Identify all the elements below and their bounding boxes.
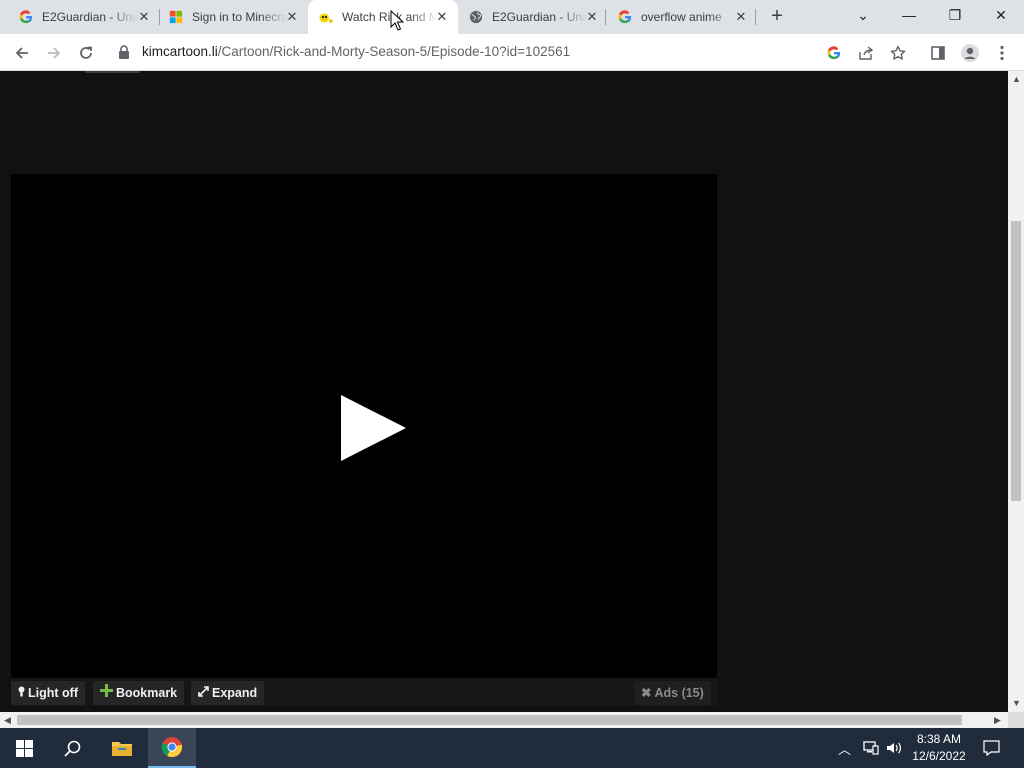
ads-count-label: Ads (15) xyxy=(654,686,704,700)
chrome-menu-button[interactable] xyxy=(988,39,1016,67)
horizontal-scroll-thumb[interactable] xyxy=(17,715,962,725)
file-explorer-button[interactable] xyxy=(98,728,146,768)
clock-date: 12/6/2022 xyxy=(912,749,966,763)
forward-button[interactable] xyxy=(40,39,68,67)
page-content: Light off Bookmark Expand ✖ Ads (15) xyxy=(0,71,1008,712)
tab-minecraft-signin[interactable]: Sign in to Minecraft ✕ xyxy=(158,0,308,34)
url-path: /Cartoon/Rick-and-Morty-Season-5/Episode… xyxy=(217,44,571,59)
bookmark-star-button[interactable] xyxy=(884,39,912,67)
share-icon xyxy=(859,46,874,60)
kimcartoon-icon xyxy=(319,13,333,23)
scroll-down-arrow-icon[interactable]: ▼ xyxy=(1012,698,1021,708)
tab-close-icon[interactable]: ✕ xyxy=(136,9,152,25)
horizontal-scrollbar[interactable]: ◀ ▶ xyxy=(0,712,1008,728)
mouse-cursor-icon xyxy=(390,10,404,31)
vertical-scrollbar[interactable]: ▲ ▼ xyxy=(1008,71,1024,712)
tab-strip: E2Guardian - Unauthorised Request ✕ Sign… xyxy=(0,0,1024,34)
google-g-icon xyxy=(827,46,841,60)
tab-title: E2Guardian - Unauthorised Request xyxy=(42,10,138,24)
tab-separator xyxy=(755,9,756,25)
plus-icon xyxy=(100,681,113,705)
bookmark-button[interactable]: Bookmark xyxy=(93,681,185,705)
side-panel-button[interactable] xyxy=(924,39,952,67)
close-x-icon: ✖ xyxy=(641,686,652,700)
file-explorer-icon xyxy=(112,742,132,756)
play-icon[interactable] xyxy=(338,393,408,463)
url-host: kimcartoon.li xyxy=(142,44,218,59)
side-panel-icon xyxy=(931,46,945,60)
chrome-taskbar-button[interactable] xyxy=(148,728,196,768)
google-lens-button[interactable] xyxy=(820,39,848,67)
page-top-divider xyxy=(85,71,140,73)
player-toolbar: Light off Bookmark Expand ✖ Ads (15) xyxy=(11,678,717,706)
video-player[interactable] xyxy=(11,174,717,678)
profile-avatar-icon xyxy=(961,44,979,62)
maximize-button[interactable]: ❐ xyxy=(932,0,978,32)
kebab-menu-icon xyxy=(1000,45,1004,61)
taskbar-clock[interactable]: 8:38 AM 12/6/2022 xyxy=(905,731,973,765)
globe-icon xyxy=(469,10,483,24)
light-off-label: Light off xyxy=(28,686,78,700)
tab-close-icon[interactable]: ✕ xyxy=(584,9,600,25)
windows-taskbar: ︿ 8:38 AM 12/6/2022 xyxy=(0,728,1024,768)
arrow-right-icon xyxy=(48,47,61,59)
start-button[interactable] xyxy=(0,728,48,768)
clock-time: 8:38 AM xyxy=(916,732,962,746)
tab-title: Sign in to Minecraft xyxy=(192,10,288,24)
expand-arrows-icon xyxy=(198,681,209,705)
tab-close-icon[interactable]: ✕ xyxy=(434,9,450,25)
back-button[interactable] xyxy=(8,39,36,67)
share-button[interactable] xyxy=(852,39,880,67)
expand-label: Expand xyxy=(212,686,258,700)
minimize-button[interactable]: — xyxy=(886,0,932,32)
scroll-right-arrow-icon[interactable]: ▶ xyxy=(994,715,1001,725)
close-window-button[interactable]: ✕ xyxy=(978,0,1024,32)
search-icon xyxy=(63,740,80,757)
scroll-up-arrow-icon[interactable]: ▲ xyxy=(1012,74,1021,84)
chrome-icon xyxy=(161,737,183,758)
address-bar[interactable]: kimcartoon.li/Cartoon/Rick-and-Morty-Sea… xyxy=(142,44,570,59)
lock-icon[interactable] xyxy=(118,45,130,59)
microsoft-icon xyxy=(169,10,183,24)
scroll-left-arrow-icon[interactable]: ◀ xyxy=(4,715,11,725)
tab-title: overflow anime xyxy=(641,10,722,24)
browser-toolbar: kimcartoon.li/Cartoon/Rick-and-Morty-Sea… xyxy=(0,34,1024,71)
scrollbar-corner xyxy=(1008,712,1024,728)
tab-overflow-anime[interactable]: overflow anime ✕ xyxy=(607,0,757,34)
expand-button[interactable]: Expand xyxy=(191,681,265,705)
bookmark-label: Bookmark xyxy=(116,686,178,700)
network-icon[interactable] xyxy=(863,741,879,755)
star-icon xyxy=(890,45,906,60)
windows-start-icon xyxy=(15,739,33,757)
new-tab-button[interactable]: + xyxy=(766,6,788,28)
reload-icon xyxy=(80,46,92,59)
notification-center-icon[interactable] xyxy=(983,740,1000,756)
google-g-icon xyxy=(618,10,632,24)
tab-close-icon[interactable]: ✕ xyxy=(733,9,749,25)
tab-close-icon[interactable]: ✕ xyxy=(284,9,300,25)
profile-button[interactable] xyxy=(956,39,984,67)
google-g-icon xyxy=(19,10,33,24)
vertical-scroll-thumb[interactable] xyxy=(1011,221,1021,501)
tab-e2guardian-1[interactable]: E2Guardian - Unauthorised Request ✕ xyxy=(8,0,160,34)
ads-close-button[interactable]: ✖ Ads (15) xyxy=(634,681,711,705)
volume-icon[interactable] xyxy=(886,741,902,755)
tray-overflow-chevron-icon[interactable]: ︿ xyxy=(838,739,851,758)
arrow-left-icon xyxy=(15,47,28,59)
light-off-button[interactable]: Light off xyxy=(11,681,85,705)
taskbar-search-button[interactable] xyxy=(48,728,96,768)
tab-e2guardian-2[interactable]: E2Guardian - Unauthorised Request ✕ xyxy=(458,0,608,34)
reload-button[interactable] xyxy=(72,39,100,67)
tab-search-button[interactable]: ⌄ xyxy=(840,0,886,32)
tab-watch-rick-and-morty[interactable]: Watch Rick and Morty ✕ xyxy=(308,0,458,34)
lightbulb-icon xyxy=(18,681,25,705)
tab-title: E2Guardian - Unauthorised Request xyxy=(492,10,588,24)
tab-separator xyxy=(605,9,606,25)
